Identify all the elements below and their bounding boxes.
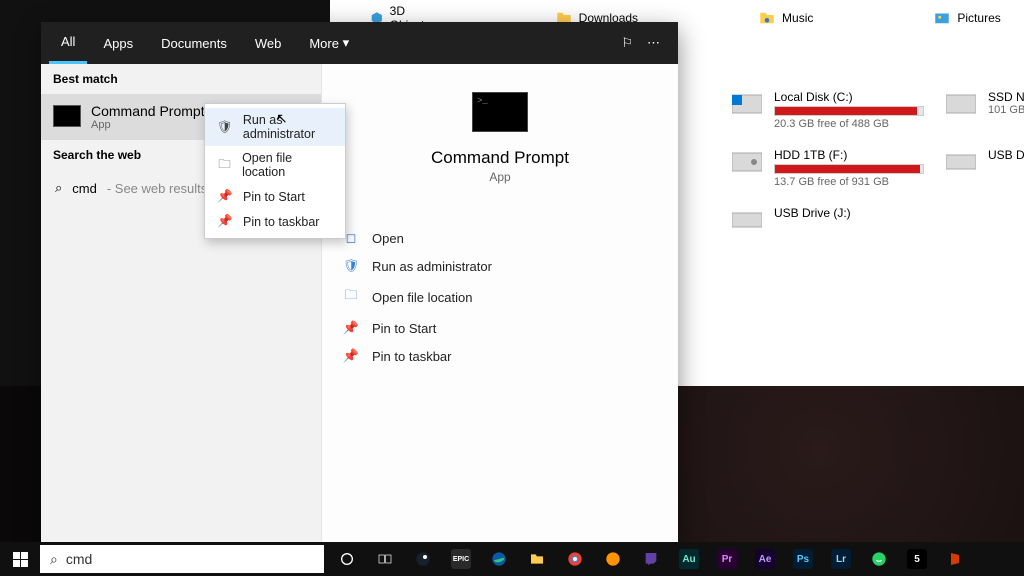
app-5-icon[interactable]: 5 bbox=[898, 542, 936, 576]
start-search-panel: All Apps Documents Web More ▾ ⚐ ⋯ Best m… bbox=[41, 22, 678, 542]
hdd-drive-icon bbox=[730, 148, 764, 174]
tab-apps[interactable]: Apps bbox=[91, 22, 145, 64]
file-explorer-icon[interactable] bbox=[518, 542, 556, 576]
ctx-label: Open file location bbox=[242, 151, 333, 179]
pin-icon: 📌 bbox=[217, 189, 233, 204]
shield-icon: 🛡 bbox=[217, 120, 233, 135]
context-menu: 🛡 Run as administrator 🗀 Open file locatio… bbox=[204, 103, 346, 239]
taskbar-search-box[interactable]: ⌕ cmd bbox=[40, 545, 324, 573]
tab-web[interactable]: Web bbox=[243, 22, 294, 64]
feedback-icon[interactable]: ⚐ bbox=[621, 35, 633, 51]
ctx-pin-taskbar[interactable]: 📌 Pin to taskbar bbox=[205, 209, 345, 234]
audition-icon[interactable]: Au bbox=[670, 542, 708, 576]
action-open-location[interactable]: 🗀 Open file location bbox=[338, 280, 662, 314]
drive-free-text: 20.3 GB free of 488 GB bbox=[774, 118, 932, 130]
ctx-open-location[interactable]: 🗀 Open file location bbox=[205, 146, 345, 184]
web-hint-text: - See web results bbox=[107, 181, 207, 196]
drive-ssd-nvme[interactable]: SSD NVMe 101 GB free bbox=[944, 90, 1024, 130]
storage-bar bbox=[774, 106, 924, 116]
ctx-run-admin[interactable]: 🛡 Run as administrator bbox=[205, 108, 345, 146]
chevron-down-icon: ▾ bbox=[343, 35, 350, 51]
after-effects-icon[interactable]: Ae bbox=[746, 542, 784, 576]
office-icon[interactable] bbox=[936, 542, 974, 576]
action-pin-taskbar[interactable]: 📌 Pin to taskbar bbox=[338, 342, 662, 370]
folder-label: Music bbox=[782, 11, 813, 25]
folder-label: Pictures bbox=[957, 11, 1000, 25]
tab-documents[interactable]: Documents bbox=[149, 22, 239, 64]
action-pin-start[interactable]: 📌 Pin to Start bbox=[338, 314, 662, 342]
drive-name: Local Disk (C:) bbox=[774, 90, 932, 104]
drive-name: HDD 1TB (F:) bbox=[774, 148, 932, 162]
music-folder-icon bbox=[758, 9, 776, 27]
drive-name: USB Drive (J:) bbox=[774, 206, 932, 220]
edge-icon[interactable] bbox=[480, 542, 518, 576]
drive-name: SSD NVMe bbox=[988, 90, 1024, 104]
more-options-icon[interactable]: ⋯ bbox=[647, 35, 660, 51]
twitch-icon[interactable] bbox=[632, 542, 670, 576]
whatsapp-icon[interactable] bbox=[860, 542, 898, 576]
search-icon: ⌕ bbox=[55, 180, 62, 196]
section-best-match: Best match bbox=[41, 64, 321, 94]
windows-logo-icon bbox=[13, 552, 28, 567]
action-label: Open bbox=[372, 231, 404, 246]
pin-icon: 📌 bbox=[342, 348, 360, 364]
ssd-drive-icon bbox=[944, 90, 978, 116]
cmd-app-icon bbox=[53, 105, 81, 127]
action-run-admin[interactable]: 🛡 Run as administrator bbox=[338, 252, 662, 280]
drive-usb-j[interactable]: USB Drive (J:) bbox=[730, 206, 932, 232]
action-label: Open file location bbox=[372, 290, 472, 305]
result-title: Command Prompt bbox=[91, 103, 205, 119]
start-button[interactable] bbox=[0, 542, 40, 576]
usb-drive-icon bbox=[944, 148, 978, 174]
drive-free-text: 13.7 GB free of 931 GB bbox=[774, 176, 932, 188]
photoshop-icon[interactable]: Ps bbox=[784, 542, 822, 576]
cmd-preview-icon bbox=[472, 92, 528, 132]
drive-name: USB Drive bbox=[988, 148, 1024, 162]
firefox-icon[interactable] bbox=[594, 542, 632, 576]
folder-pictures[interactable]: Pictures bbox=[933, 4, 1000, 32]
action-label: Pin to taskbar bbox=[372, 349, 452, 364]
ctx-label: Run as administrator bbox=[243, 113, 333, 141]
search-text: cmd bbox=[66, 551, 92, 567]
preview-title: Command Prompt bbox=[431, 148, 569, 168]
pin-icon: 📌 bbox=[342, 320, 360, 336]
taskbar: ⌕ cmd EPIC Au Pr Ae Ps Lr 5 bbox=[0, 542, 1024, 576]
search-icon: ⌕ bbox=[50, 551, 58, 568]
folder-music[interactable]: Music bbox=[758, 4, 813, 32]
premiere-icon[interactable]: Pr bbox=[708, 542, 746, 576]
storage-bar bbox=[774, 164, 924, 174]
tab-more[interactable]: More ▾ bbox=[297, 22, 361, 64]
ctx-pin-start[interactable]: 📌 Pin to Start bbox=[205, 184, 345, 209]
shield-icon: 🛡 bbox=[342, 258, 360, 274]
pin-icon: 📌 bbox=[217, 214, 233, 229]
preview-subtitle: App bbox=[489, 170, 510, 184]
drive-local-c[interactable]: Local Disk (C:) 20.3 GB free of 488 GB bbox=[730, 90, 932, 130]
taskbar-apps: EPIC Au Pr Ae Ps Lr 5 bbox=[328, 542, 974, 576]
mouse-cursor-icon: ↖ bbox=[276, 110, 288, 127]
cortana-icon[interactable] bbox=[328, 542, 366, 576]
web-query-text: cmd bbox=[72, 181, 97, 196]
action-label: Run as administrator bbox=[372, 259, 492, 274]
drive-usb[interactable]: USB Drive bbox=[944, 148, 1024, 188]
windows-drive-icon bbox=[730, 90, 764, 116]
folder-open-icon: 🗀 bbox=[342, 286, 360, 308]
drive-hdd-f[interactable]: HDD 1TB (F:) 13.7 GB free of 931 GB bbox=[730, 148, 932, 188]
steam-icon[interactable] bbox=[404, 542, 442, 576]
epic-games-icon[interactable]: EPIC bbox=[442, 542, 480, 576]
result-subtitle: App bbox=[91, 119, 205, 131]
task-view-icon[interactable] bbox=[366, 542, 404, 576]
ctx-label: Pin to Start bbox=[243, 190, 305, 204]
action-label: Pin to Start bbox=[372, 321, 436, 336]
ctx-label: Pin to taskbar bbox=[243, 215, 319, 229]
action-open[interactable]: ◻Open bbox=[338, 224, 662, 252]
folder-open-icon: 🗀 bbox=[217, 155, 232, 176]
drive-free-text: 101 GB free bbox=[988, 104, 1024, 116]
chrome-icon[interactable] bbox=[556, 542, 594, 576]
pictures-folder-icon bbox=[933, 9, 951, 27]
tab-all[interactable]: All bbox=[49, 22, 87, 64]
search-preview-pane: Command Prompt App ◻Open 🛡 Run as adminis… bbox=[322, 64, 678, 542]
search-tabs: All Apps Documents Web More ▾ ⚐ ⋯ bbox=[41, 22, 678, 64]
usb-drive-icon bbox=[730, 206, 764, 232]
lightroom-icon[interactable]: Lr bbox=[822, 542, 860, 576]
